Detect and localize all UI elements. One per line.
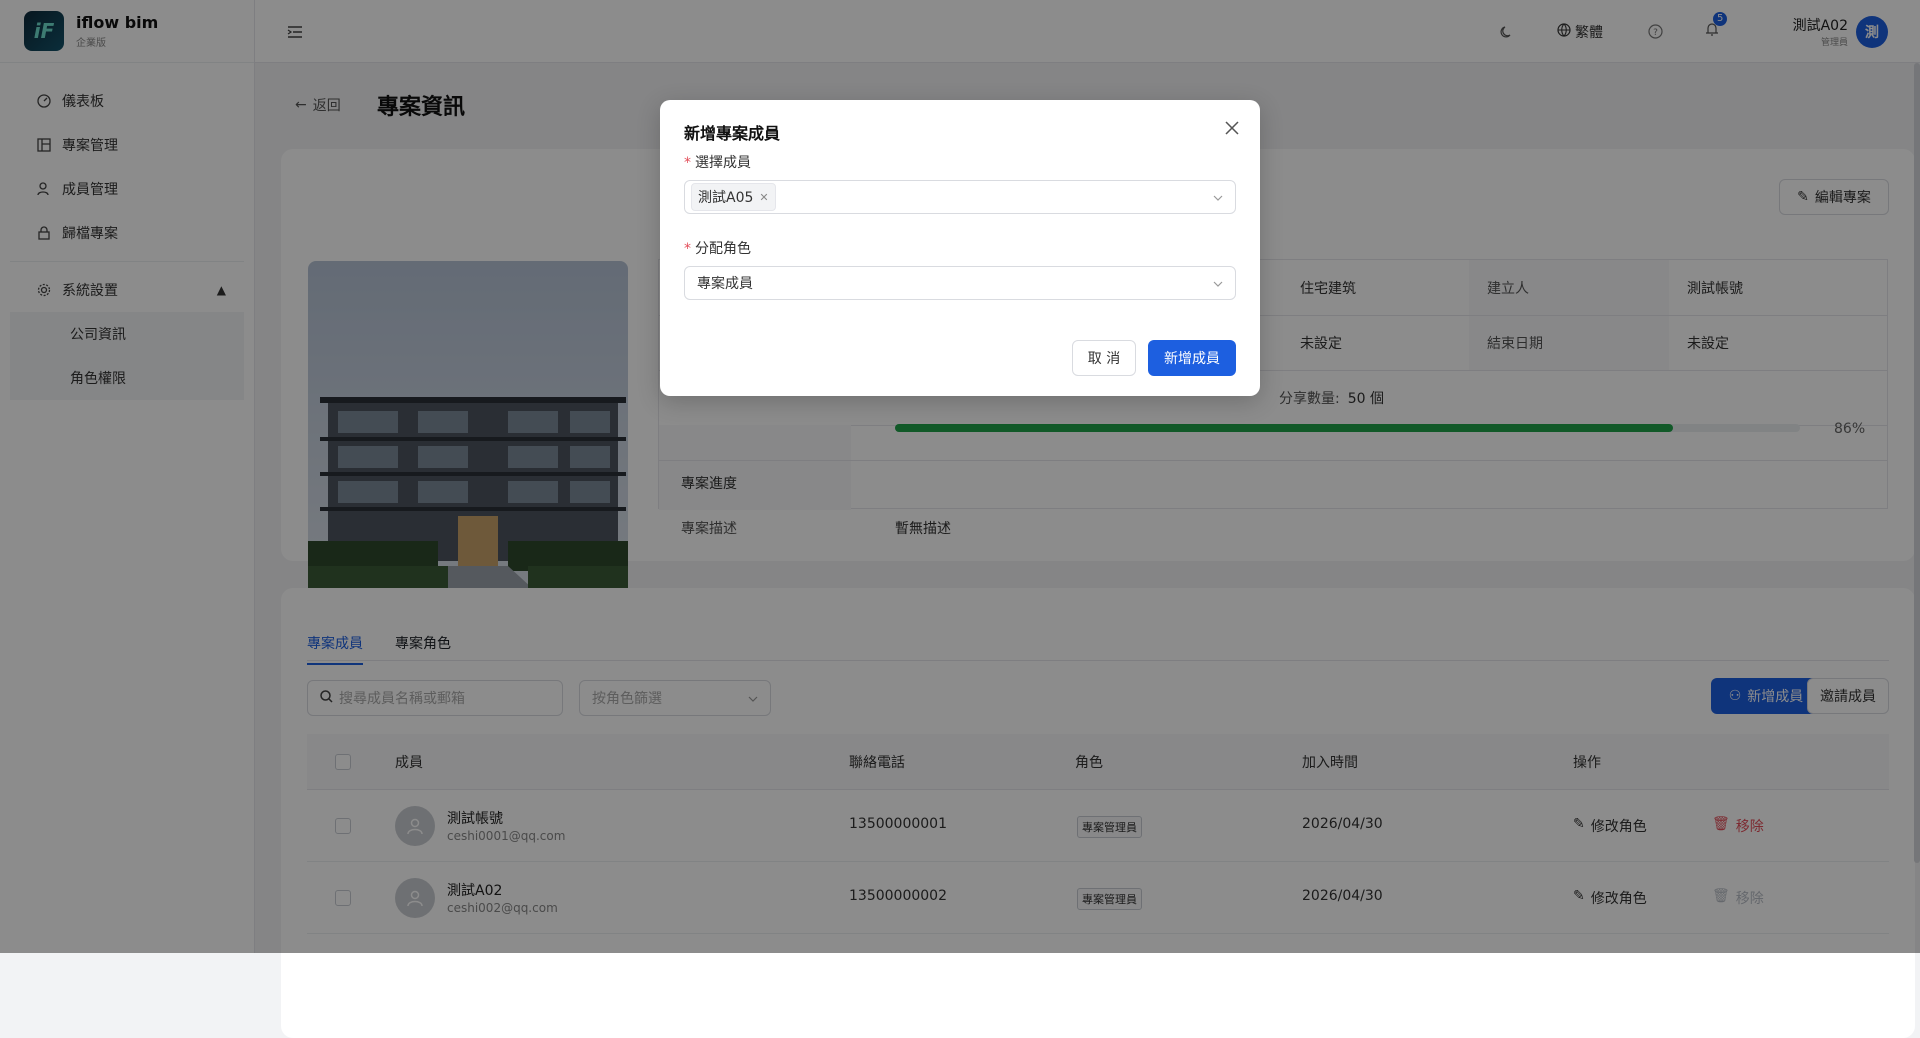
member-field-text: 選擇成員	[695, 155, 751, 171]
confirm-add-member-button[interactable]: 新增成員	[1148, 340, 1236, 376]
cancel-button[interactable]: 取 消	[1072, 340, 1136, 376]
role-field-text: 分配角色	[695, 241, 751, 257]
close-icon[interactable]	[1224, 120, 1240, 136]
chevron-down-icon	[1213, 275, 1223, 291]
chip-remove-icon[interactable]: ✕	[759, 191, 768, 204]
add-member-modal: 新增專案成員 * 選擇成員 測試A05 ✕ * 分配角色 專案成員 取 消 新增成員	[660, 100, 1260, 396]
selected-member-chip: 測試A05 ✕	[691, 183, 776, 211]
required-mark: *	[684, 155, 691, 171]
member-select[interactable]: 測試A05 ✕	[684, 180, 1236, 214]
chevron-down-icon	[1213, 189, 1223, 205]
role-select[interactable]: 專案成員	[684, 266, 1236, 300]
selected-role-text: 專案成員	[697, 276, 753, 292]
modal-title: 新增專案成員	[684, 124, 781, 143]
required-mark: *	[684, 241, 691, 257]
role-field-label: * 分配角色	[684, 238, 751, 258]
member-field-label: * 選擇成員	[684, 152, 751, 172]
selected-member-text: 測試A05	[698, 190, 754, 206]
